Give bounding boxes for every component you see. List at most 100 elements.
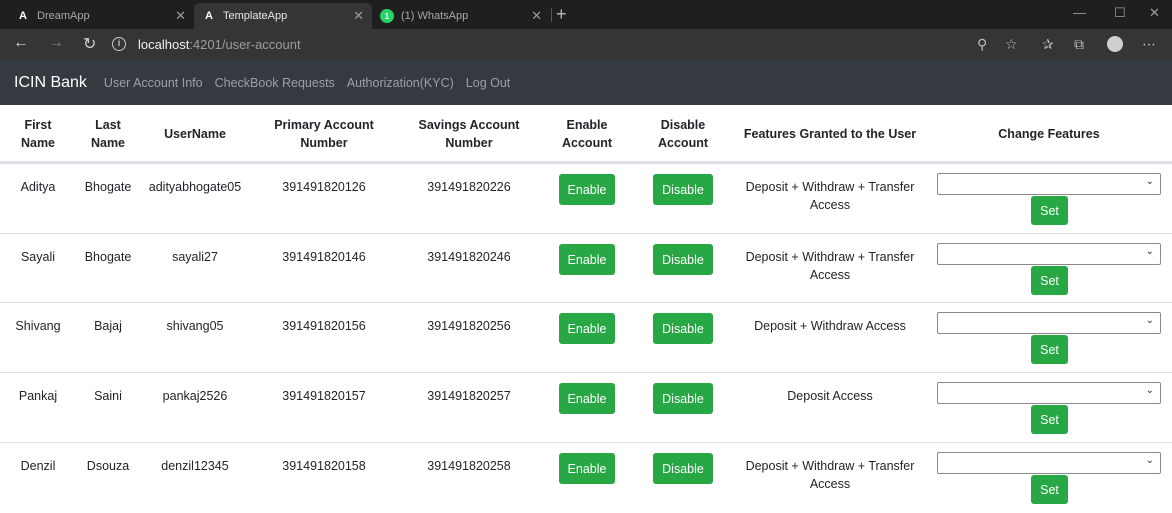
set-button[interactable]: Set [1031, 266, 1068, 295]
features-select[interactable]: ⌄ [937, 243, 1161, 265]
disable-button[interactable]: Disable [653, 313, 713, 344]
header-savings-account: Savings Account Number [418, 118, 520, 150]
cell-features-granted: Deposit + Withdraw + Transfer Access [735, 248, 925, 284]
close-tab-icon[interactable]: ✕ [175, 8, 186, 24]
table-row: Pankaj Saini pankaj2526 391491820157 3914918… [0, 372, 1172, 442]
close-tab-icon[interactable]: ✕ [531, 8, 542, 24]
cell-savings-account: 391491820258 [427, 459, 511, 473]
disable-button[interactable]: Disable [653, 174, 713, 205]
cell-primary-account: 391491820126 [282, 180, 366, 194]
enable-button[interactable]: Enable [559, 174, 615, 205]
header-change-features: Change Features [998, 127, 1100, 141]
cell-first-name: Denzil [20, 459, 56, 473]
angular-icon: A [19, 10, 27, 22]
cell-primary-account: 391491820146 [282, 250, 366, 264]
enable-button[interactable]: Enable [559, 453, 615, 484]
cell-last-name: Saini [94, 389, 122, 403]
forward-icon[interactable]: → [48, 34, 64, 52]
back-icon[interactable]: ← [13, 34, 29, 52]
reload-icon[interactable]: ↻ [83, 34, 96, 54]
disable-button[interactable]: Disable [653, 383, 713, 414]
close-tab-icon[interactable]: ✕ [353, 8, 364, 24]
cell-features-granted: Deposit + Withdraw + Transfer Access [735, 457, 925, 493]
set-button[interactable]: Set [1031, 405, 1068, 434]
star-icon[interactable]: ☆ [1005, 36, 1018, 53]
table-row: Denzil Dsouza denzil12345 391491820158 39149… [0, 442, 1172, 512]
cell-username: shivang05 [166, 319, 224, 333]
cell-savings-account: 391491820257 [427, 389, 511, 403]
enable-button[interactable]: Enable [559, 383, 615, 414]
cell-last-name: Bhogate [84, 250, 132, 264]
features-select[interactable]: ⌄ [937, 452, 1161, 474]
more-menu-icon[interactable]: ⋯ [1142, 36, 1156, 53]
nav-checkbook-requests[interactable]: CheckBook Requests [215, 76, 335, 90]
chevron-down-icon: ⌄ [1145, 246, 1154, 257]
header-last-name: Last Name [90, 118, 126, 150]
brand-logo[interactable]: ICIN Bank [14, 74, 87, 92]
maximize-icon[interactable]: ☐ [1114, 5, 1126, 21]
url-path: :4201/user-account [189, 36, 301, 52]
table-row: Shivang Bajaj shivang05 391491820156 3914918… [0, 302, 1172, 372]
cell-savings-account: 391491820256 [427, 319, 511, 333]
close-window-icon[interactable]: ✕ [1149, 5, 1160, 21]
features-select[interactable]: ⌄ [937, 312, 1161, 334]
header-username: UserName [164, 127, 226, 141]
enable-button[interactable]: Enable [559, 313, 615, 344]
profile-avatar-icon[interactable] [1107, 36, 1123, 52]
minimize-icon[interactable]: — [1073, 5, 1086, 20]
cell-first-name: Sayali [20, 250, 56, 264]
cell-username: pankaj2526 [162, 389, 228, 403]
cell-savings-account: 391491820226 [427, 180, 511, 194]
header-disable-account: Disable Account [658, 118, 708, 150]
cell-features-granted: Deposit Access [735, 387, 925, 405]
new-tab-icon[interactable]: + [556, 4, 567, 25]
table-row: Sayali Bhogate sayali27 391491820146 3914918… [0, 233, 1172, 303]
angular-icon: A [205, 10, 213, 22]
cell-features-granted: Deposit + Withdraw + Transfer Access [735, 178, 925, 214]
zoom-icon[interactable]: ⚲ [977, 36, 987, 53]
features-line: Deposit + Withdraw + Transfer [745, 250, 915, 264]
browser-tab-bar: A DreamApp ✕ A TemplateApp ✕ 1 (1) Whats… [0, 0, 1172, 29]
cell-last-name: Dsouza [86, 459, 130, 473]
cell-first-name: Pankaj [18, 389, 58, 403]
cell-savings-account: 391491820246 [427, 250, 511, 264]
set-button[interactable]: Set [1031, 475, 1068, 504]
features-select[interactable]: ⌄ [937, 382, 1161, 404]
favorites-icon[interactable]: ✰ [1042, 36, 1054, 53]
tab-divider [551, 8, 552, 22]
set-button[interactable]: Set [1031, 335, 1068, 364]
header-primary-account: Primary Account Number [274, 118, 374, 150]
features-line: Deposit + Withdraw + Transfer [745, 459, 915, 473]
url-host: localhost [138, 36, 190, 52]
features-line: Access [809, 477, 851, 491]
url-field[interactable]: i localhost :4201/user-account [112, 33, 960, 55]
enable-button[interactable]: Enable [559, 244, 615, 275]
app-navbar: ICIN Bank User Account Info CheckBook Re… [0, 60, 1172, 105]
set-button[interactable]: Set [1031, 196, 1068, 225]
cell-first-name: Shivang [15, 319, 61, 333]
collections-icon[interactable]: ⧉ [1074, 36, 1084, 53]
table-row: Aditya Bhogate adityabhogate05 391491820126… [0, 163, 1172, 233]
cell-primary-account: 391491820158 [282, 459, 366, 473]
browser-tab-whatsapp[interactable]: 1 (1) WhatsApp ✕ [372, 3, 550, 29]
cell-username: sayali27 [172, 250, 218, 264]
header-features-granted: Features Granted to the User [743, 127, 917, 141]
chevron-down-icon: ⌄ [1145, 455, 1154, 466]
browser-tab-templateapp[interactable]: A TemplateApp ✕ [194, 3, 372, 29]
site-info-icon[interactable]: i [112, 37, 126, 51]
chevron-down-icon: ⌄ [1145, 385, 1154, 396]
whatsapp-icon: 1 [380, 9, 394, 23]
nav-authorization-kyc[interactable]: Authorization(KYC) [347, 76, 454, 90]
nav-log-out[interactable]: Log Out [466, 76, 510, 90]
features-line: Deposit Access [787, 389, 873, 403]
disable-button[interactable]: Disable [653, 453, 713, 484]
table-header: First Name Last Name UserName Primary Acco… [0, 105, 1172, 163]
browser-tab-dreamapp[interactable]: A DreamApp ✕ [8, 3, 194, 29]
header-first-name: First Name [20, 118, 56, 150]
cell-username: adityabhogate05 [148, 180, 242, 194]
cell-username: denzil12345 [161, 459, 229, 473]
nav-user-account-info[interactable]: User Account Info [104, 76, 203, 90]
tab-title: DreamApp [37, 10, 90, 22]
disable-button[interactable]: Disable [653, 244, 713, 275]
features-select[interactable]: ⌄ [937, 173, 1161, 195]
